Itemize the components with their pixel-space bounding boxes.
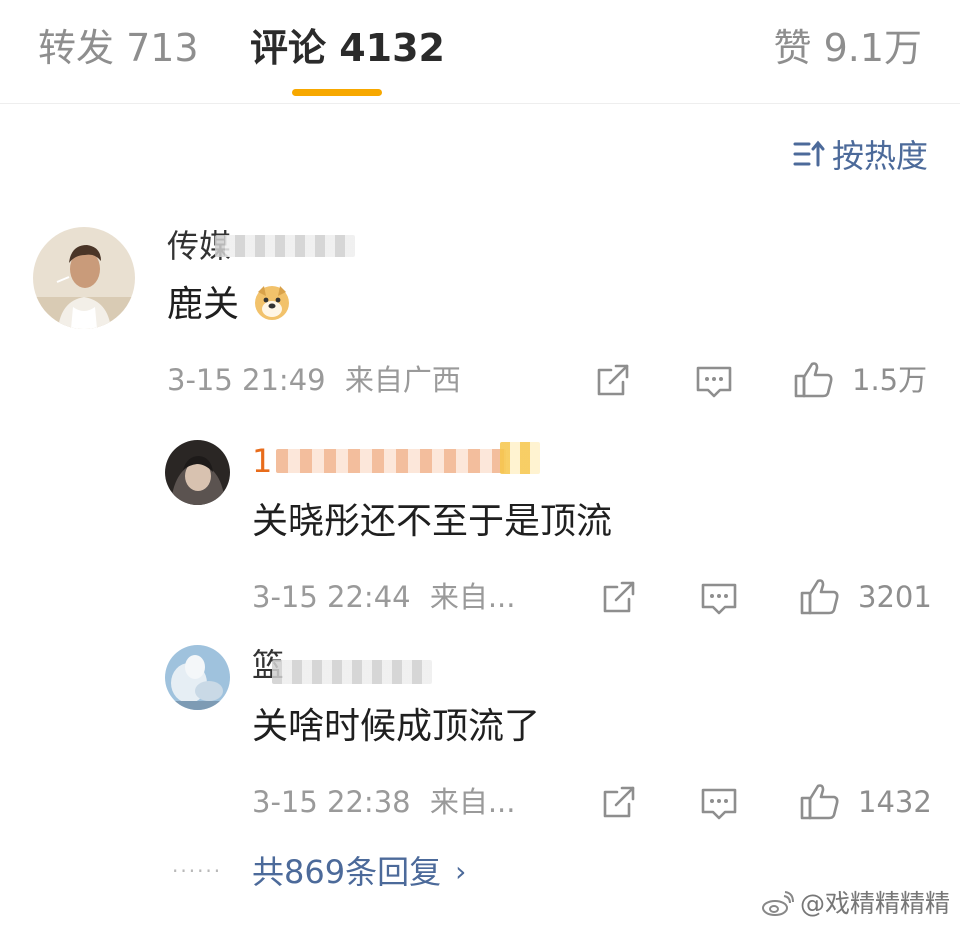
- tab-comments[interactable]: 评论 4132: [250, 24, 445, 72]
- share-icon[interactable]: [599, 782, 639, 822]
- watermark: @戏精精精精: [760, 888, 950, 920]
- like-icon[interactable]: [799, 780, 841, 822]
- username-mosaic: [215, 235, 355, 257]
- like-icon[interactable]: [799, 575, 841, 617]
- username-mosaic: [272, 660, 432, 684]
- doge-emoji: [255, 286, 290, 320]
- tab-bar: 转发 713 评论 4132 赞 9.1万: [0, 0, 960, 104]
- timestamp: 3-15 21:49: [167, 363, 326, 397]
- avatar[interactable]: [165, 440, 230, 505]
- weibo-logo-icon: [761, 891, 794, 916]
- share-icon[interactable]: [599, 577, 639, 617]
- avatar-photo: [33, 227, 135, 329]
- tab-repost[interactable]: 转发 713: [38, 24, 199, 72]
- username-mosaic: [276, 449, 506, 473]
- more-dots: ······: [172, 859, 223, 883]
- avatar-photo: [165, 440, 230, 505]
- sort-icon: [793, 140, 825, 167]
- chevron-right-icon: ›: [455, 855, 467, 888]
- reply-text: 关啥时候成顶流了: [252, 706, 541, 747]
- reply-icon[interactable]: [694, 362, 734, 402]
- badge-mosaic: [500, 442, 540, 474]
- location: 来自...: [429, 785, 516, 819]
- more-replies-label: 共869条回复: [252, 853, 442, 891]
- comment-text: 鹿关: [167, 282, 292, 328]
- tab-likes[interactable]: 赞 9.1万: [773, 24, 922, 72]
- timestamp: 3-15 22:44: [252, 580, 411, 614]
- like-count: 1.5万: [852, 363, 928, 397]
- reply-meta: 3-15 22:38 来自...: [252, 784, 515, 820]
- share-icon[interactable]: [593, 360, 633, 400]
- reply-meta: 3-15 22:44 来自...: [252, 579, 515, 615]
- sort-label: 按热度: [831, 137, 928, 175]
- watermark-text: @戏精精精精: [799, 889, 950, 918]
- like-count: 1432: [858, 785, 932, 819]
- avatar-photo: [165, 645, 230, 710]
- view-more-replies-link[interactable]: 共869条回复 ›: [252, 850, 466, 894]
- avatar[interactable]: [33, 227, 135, 329]
- reply-icon[interactable]: [699, 579, 739, 619]
- like-count: 3201: [858, 580, 932, 614]
- like-icon[interactable]: [793, 358, 835, 400]
- comment-meta: 3-15 21:49 来自广西: [167, 362, 461, 398]
- reply-text: 关晓彤还不至于是顶流: [252, 501, 613, 542]
- sort-button[interactable]: 按热度: [792, 134, 928, 175]
- location: 来自广西: [344, 363, 461, 397]
- avatar[interactable]: [165, 645, 230, 710]
- reply-icon[interactable]: [699, 784, 739, 824]
- active-tab-indicator: [292, 89, 382, 96]
- timestamp: 3-15 22:38: [252, 785, 411, 819]
- location: 来自...: [429, 580, 516, 614]
